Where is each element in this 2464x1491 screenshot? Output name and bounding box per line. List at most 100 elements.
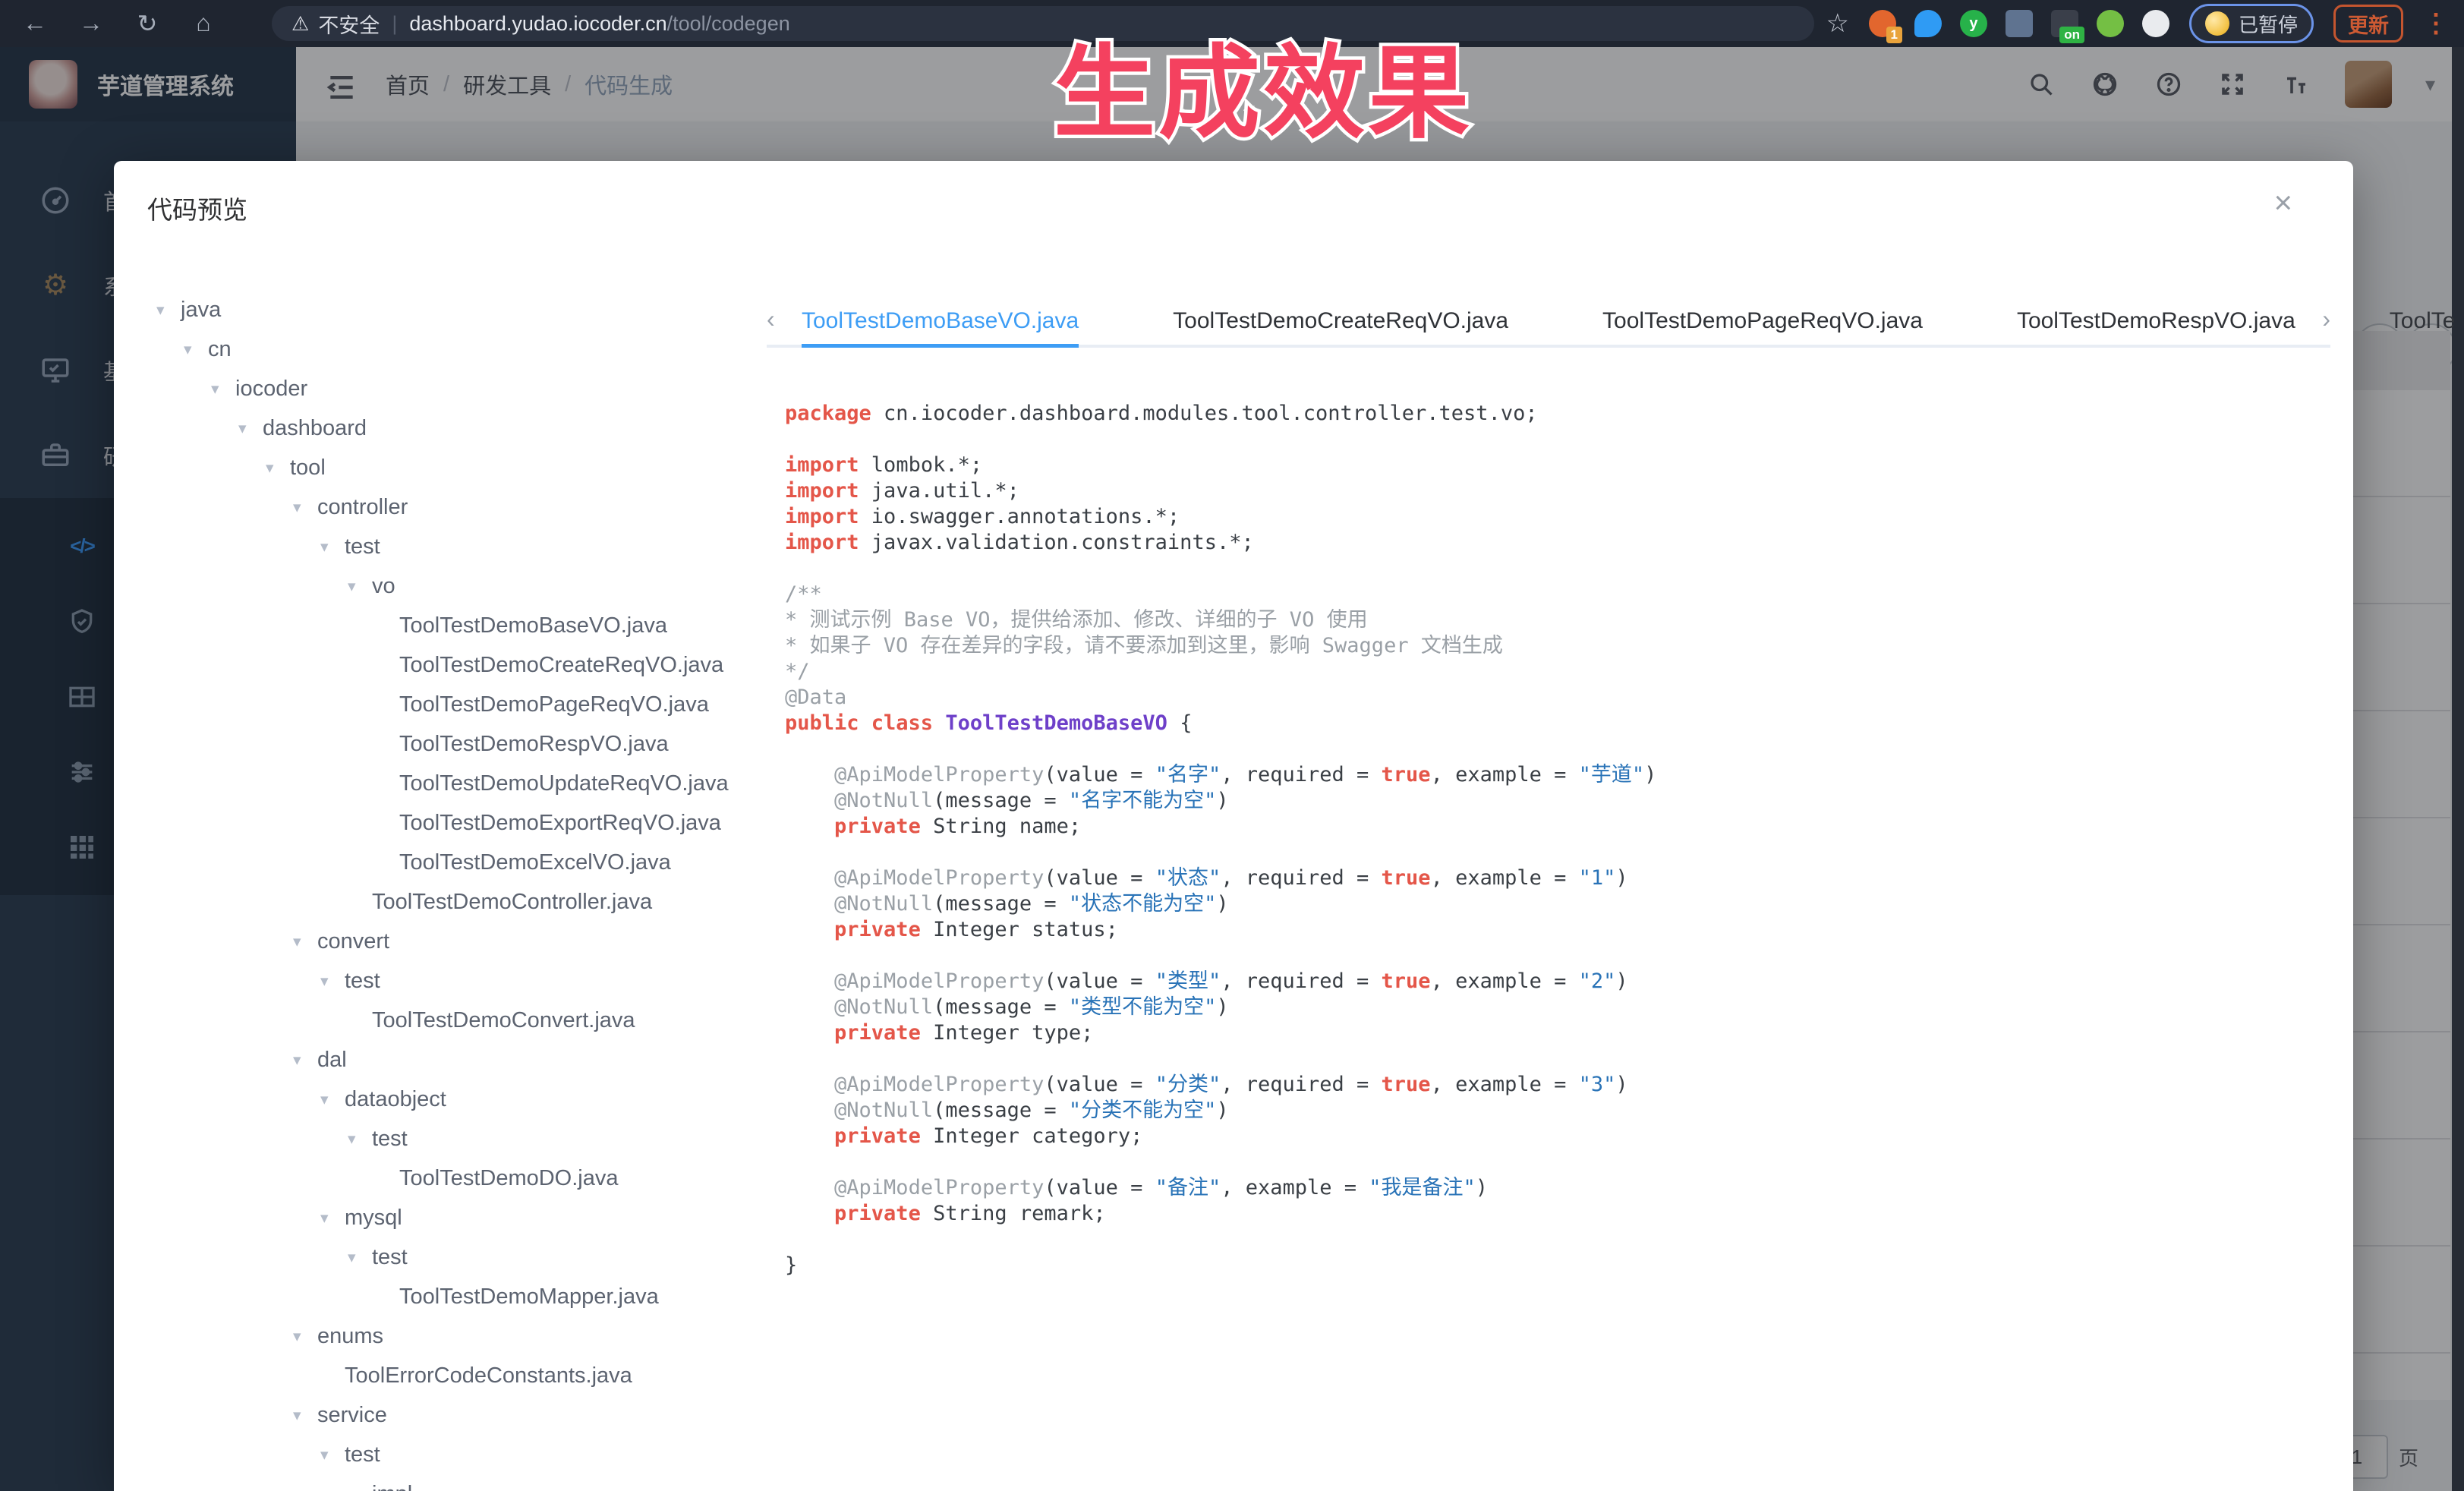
tree-node-controller[interactable]: ▾controller xyxy=(134,487,748,527)
tab-ToolTe[interactable]: ToolTe xyxy=(2390,298,2456,345)
ext-leaf[interactable] xyxy=(2097,10,2124,37)
ext-circle-green[interactable]: y xyxy=(1960,10,1987,37)
browser-reload-icon[interactable]: ↻ xyxy=(132,9,162,38)
tree-node-ToolTestDemoController.java[interactable]: ToolTestDemoController.java xyxy=(134,882,748,922)
file-tabs: ‹ ToolTestDemoBaseVO.java ToolTestDemoCre… xyxy=(767,298,2330,348)
tree-node-ToolTestDemoUpdateReqVO.java[interactable]: ToolTestDemoUpdateReqVO.java xyxy=(134,764,748,803)
address-bar[interactable]: ⚠ 不安全 | dashboard.yudao.iocoder.cn /tool… xyxy=(272,6,1814,41)
not-secure-icon: ⚠ xyxy=(291,12,309,36)
tree-node-cn[interactable]: ▾cn xyxy=(134,329,748,369)
tree-node-label: ToolTestDemoPageReqVO.java xyxy=(399,692,709,717)
tab-ToolTestDemoBaseVO.java[interactable]: ToolTestDemoBaseVO.java xyxy=(802,298,1079,345)
browser-back-icon[interactable]: ← xyxy=(20,9,50,38)
annotation-stamp: 生成效果 xyxy=(1054,11,1473,158)
tab-ToolTestDemoPageReqVO.java[interactable]: ToolTestDemoPageReqVO.java xyxy=(1602,298,1923,345)
tree-node-impl[interactable]: ▾impl xyxy=(134,1474,748,1491)
tree-node-ToolTestDemoMapper.java[interactable]: ToolTestDemoMapper.java xyxy=(134,1277,748,1316)
tree-node-label: convert xyxy=(317,929,389,954)
tree-node-ToolTestDemoRespVO.java[interactable]: ToolTestDemoRespVO.java xyxy=(134,724,748,764)
close-icon[interactable]: × xyxy=(2273,187,2292,219)
tree-node-label: ToolTestDemoConvert.java xyxy=(372,1008,635,1033)
tree-node-label: java xyxy=(181,298,221,323)
tree-node-label: iocoder xyxy=(235,377,307,402)
tree-node-dal[interactable]: ▾dal xyxy=(134,1040,748,1080)
url-path: /tool/codegen xyxy=(667,12,790,36)
tree-node-label: test xyxy=(345,534,380,560)
url-host: dashboard.yudao.iocoder.cn xyxy=(409,12,666,36)
tree-node-convert[interactable]: ▾convert xyxy=(134,922,748,961)
tree-node-dashboard[interactable]: ▾dashboard xyxy=(134,408,748,448)
emoji-face-icon xyxy=(2205,11,2229,36)
caret-down-icon: ▾ xyxy=(184,340,208,359)
browser-menu-icon[interactable]: ⋮ xyxy=(2423,8,2449,39)
tree-node-label: dataobject xyxy=(345,1087,446,1112)
caret-down-icon: ▾ xyxy=(293,498,317,517)
tree-node-label: service xyxy=(317,1403,387,1428)
tree-node-label: ToolTestDemoUpdateReqVO.java xyxy=(399,771,729,796)
not-secure-label: 不安全 xyxy=(318,9,380,39)
caret-down-icon: ▾ xyxy=(293,932,317,951)
tabs-prev-icon[interactable]: ‹ xyxy=(767,305,775,333)
tree-node-enums[interactable]: ▾enums xyxy=(134,1316,748,1356)
tree-node-label: test xyxy=(345,1442,380,1467)
tree-node-ToolTestDemoExcelVO.java[interactable]: ToolTestDemoExcelVO.java xyxy=(134,843,748,882)
tree-node-ToolTestDemoBaseVO.java[interactable]: ToolTestDemoBaseVO.java xyxy=(134,606,748,645)
ext-circle-orange[interactable]: 1 xyxy=(1869,10,1896,37)
tree-node-label: mysql xyxy=(345,1206,402,1231)
code-preview-dialog: 代码预览 × ▾java▾cn▾iocoder▾dashboard▾tool▾c… xyxy=(114,161,2353,1491)
tree-node-label: test xyxy=(372,1127,408,1152)
browser-forward-icon[interactable]: → xyxy=(76,9,106,38)
tree-node-label: ToolTestDemoBaseVO.java xyxy=(399,613,667,638)
tree-node-test[interactable]: ▾test xyxy=(134,527,748,566)
caret-down-icon: ▾ xyxy=(320,537,345,556)
tree-node-ToolTestDemoPageReqVO.java[interactable]: ToolTestDemoPageReqVO.java xyxy=(134,685,748,724)
tree-node-ToolTestDemoExportReqVO.java[interactable]: ToolTestDemoExportReqVO.java xyxy=(134,803,748,843)
ext-list[interactable]: on xyxy=(2051,10,2078,37)
ext-drop-blue[interactable] xyxy=(1914,10,1942,37)
tree-node-label: ToolTestDemoCreateReqVO.java xyxy=(399,653,723,678)
ext-squares[interactable] xyxy=(2006,10,2033,37)
tree-node-test[interactable]: ▾test xyxy=(134,1119,748,1158)
tree-node-label: vo xyxy=(372,574,395,599)
browser-update-button[interactable]: 更新 xyxy=(2333,5,2403,43)
scrollbar[interactable] xyxy=(2452,47,2464,1491)
tree-node-ToolErrorCodeConstants.java[interactable]: ToolErrorCodeConstants.java xyxy=(134,1356,748,1395)
tree-node-dataobject[interactable]: ▾dataobject xyxy=(134,1080,748,1119)
tree-node-tool[interactable]: ▾tool xyxy=(134,448,748,487)
caret-down-icon: ▾ xyxy=(293,1327,317,1346)
caret-down-icon: ▾ xyxy=(238,419,263,438)
tree-node-label: ToolTestDemoDO.java xyxy=(399,1166,619,1191)
tree-node-ToolTestDemoCreateReqVO.java[interactable]: ToolTestDemoCreateReqVO.java xyxy=(134,645,748,685)
tab-ToolTestDemoRespVO.java[interactable]: ToolTestDemoRespVO.java xyxy=(2017,298,2295,345)
tree-node-label: dashboard xyxy=(263,416,367,441)
ext-puzzle[interactable] xyxy=(2142,10,2169,37)
tree-node-label: dal xyxy=(317,1048,347,1073)
caret-down-icon: ▾ xyxy=(320,1445,345,1464)
caret-down-icon: ▾ xyxy=(293,1051,317,1070)
caret-down-icon: ▾ xyxy=(211,380,235,399)
paused-extension-pill[interactable]: 已暂停 xyxy=(2189,4,2314,43)
tree-node-vo[interactable]: ▾vo xyxy=(134,566,748,606)
tree-node-mysql[interactable]: ▾mysql xyxy=(134,1198,748,1237)
code-view: package cn.iocoder.dashboard.modules.too… xyxy=(785,401,2330,1491)
tree-node-ToolTestDemoDO.java[interactable]: ToolTestDemoDO.java xyxy=(134,1158,748,1198)
tree-node-test[interactable]: ▾test xyxy=(134,961,748,1001)
tab-ToolTestDemoCreateReqVO.java[interactable]: ToolTestDemoCreateReqVO.java xyxy=(1173,298,1508,345)
tree-node-iocoder[interactable]: ▾iocoder xyxy=(134,369,748,408)
tree-node-label: test xyxy=(345,969,380,994)
tree-node-label: tool xyxy=(290,455,326,481)
code-pane: ‹ ToolTestDemoBaseVO.java ToolTestDemoCre… xyxy=(767,298,2330,1491)
tree-node-ToolTestDemoConvert.java[interactable]: ToolTestDemoConvert.java xyxy=(134,1001,748,1040)
bookmark-star-icon[interactable]: ☆ xyxy=(1826,8,1849,39)
browser-home-icon[interactable]: ⌂ xyxy=(188,9,219,38)
tree-node-test[interactable]: ▾test xyxy=(134,1435,748,1474)
file-tree: ▾java▾cn▾iocoder▾dashboard▾tool▾controll… xyxy=(134,290,748,1491)
tree-node-label: impl xyxy=(372,1482,412,1491)
tree-node-test[interactable]: ▾test xyxy=(134,1237,748,1277)
tabs-next-icon[interactable]: › xyxy=(2322,305,2330,333)
extension-icons: 1 y on xyxy=(1869,10,2169,37)
tree-node-service[interactable]: ▾service xyxy=(134,1395,748,1435)
tree-node-java[interactable]: ▾java xyxy=(134,290,748,329)
paused-label: 已暂停 xyxy=(2239,10,2298,38)
tree-node-label: ToolTestDemoMapper.java xyxy=(399,1285,659,1310)
